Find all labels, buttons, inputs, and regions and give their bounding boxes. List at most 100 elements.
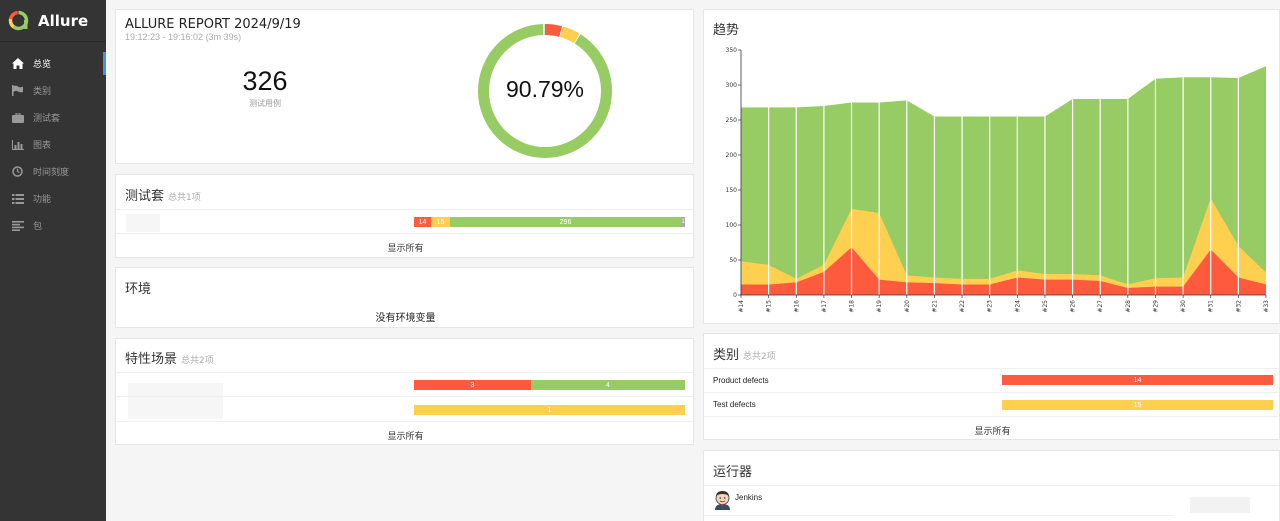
sidebar-item-label: 类别 (33, 87, 52, 97)
trend-x-tick-label[interactable]: #32 (1235, 300, 1242, 313)
report-title: ALLURE REPORT 2024/9/19 (125, 17, 301, 32)
trend-x-tick-label[interactable]: #24 (1014, 300, 1021, 313)
broken-segment[interactable]: 1 (414, 405, 685, 415)
failed-segment[interactable]: 14 (1002, 375, 1273, 385)
environment-empty-text: 没有环境变量 (375, 313, 436, 324)
sidebar-item-graphs[interactable]: 图表 (0, 131, 106, 158)
executor-name[interactable]: Jenkins (735, 493, 762, 502)
failed-segment[interactable]: 3 (414, 380, 531, 390)
passed-segment[interactable]: 296 (450, 217, 681, 227)
trend-x-tick-label[interactable]: #23 (987, 300, 994, 313)
divider (116, 233, 693, 234)
category-label-product-defects[interactable]: Product defects (713, 376, 769, 385)
sidebar-item-timeline[interactable]: 时间刻度 (0, 158, 106, 185)
trend-y-tick-label: 100 (726, 222, 738, 229)
trend-x-tick-label[interactable]: #31 (1208, 300, 1215, 313)
sidebar-item-label: 包 (33, 222, 43, 232)
features-show-all-link[interactable]: 显示所有 (116, 429, 695, 442)
trend-x-tick-label[interactable]: #30 (1180, 300, 1187, 313)
features-count: 总共2项 (181, 356, 214, 366)
trend-x-tick-label[interactable]: #26 (1070, 300, 1077, 313)
trend-x-tick-label[interactable]: #29 (1152, 300, 1159, 313)
suites-count: 总共1项 (168, 193, 201, 203)
trend-x-tick-label[interactable]: #21 (931, 300, 938, 313)
sidebar: Allure 总览 类别 测试套 图表 时间刻度 功能 包 (0, 0, 106, 521)
category-label-test-defects[interactable]: Test defects (713, 400, 756, 409)
trend-y-tick-label: 300 (726, 82, 738, 89)
features-widget: 特性场景 总共2项 3 4 1 显示所有 (115, 338, 694, 445)
sidebar-item-label: 时间刻度 (33, 168, 70, 178)
trend-area-passed[interactable] (741, 66, 1266, 295)
sidebar-item-categories[interactable]: 类别 (0, 77, 106, 104)
trend-x-tick-label[interactable]: #17 (821, 300, 828, 313)
divider (116, 396, 693, 397)
divider (704, 515, 1174, 516)
categories-count: 总共2项 (743, 352, 776, 362)
feature-status-bar[interactable]: 3 4 (414, 380, 685, 390)
success-rate-label: 90.79% (505, 76, 584, 102)
trend-y-tick-label: 0 (733, 292, 737, 299)
categories-show-all-link[interactable]: 显示所有 (704, 424, 1280, 437)
failed-segment[interactable]: 14 (414, 217, 431, 227)
trend-x-tick-label[interactable]: #22 (959, 300, 966, 313)
environment-title: 环境 (125, 282, 152, 297)
suites-title: 测试套 (125, 189, 165, 204)
trend-y-tick-label: 350 (726, 47, 738, 54)
trend-y-tick-label: 50 (729, 257, 737, 264)
allure-logo-icon (8, 10, 29, 31)
category-bar-product-defects[interactable]: 14 (1002, 375, 1273, 385)
categories-widget: 类别 总共2项 Product defects 14 Test defects … (703, 333, 1280, 440)
sidebar-item-label: 图表 (33, 141, 52, 151)
trend-y-tick-label: 150 (726, 187, 738, 194)
broken-segment[interactable]: 15 (431, 217, 450, 227)
trend-widget: 趋势 0 50 100 150 200 250 300 350 #14 #15 #16 #17 #18 #… (703, 9, 1280, 324)
sidebar-item-behaviors[interactable]: 功能 (0, 185, 106, 212)
features-title: 特性场景 (125, 352, 178, 367)
sidebar-item-packages[interactable]: 包 (0, 212, 106, 239)
environment-widget: 环境 没有环境变量 (115, 267, 694, 328)
divider (704, 416, 1279, 417)
skipped-segment[interactable]: 1 (681, 217, 685, 227)
trend-x-tick-label[interactable]: #16 (793, 300, 800, 313)
trend-x-tick-label[interactable]: #33 (1263, 300, 1270, 313)
briefcase-icon (11, 111, 24, 124)
divider (704, 485, 1279, 486)
divider (116, 421, 693, 422)
trend-chart[interactable]: 0 50 100 150 200 250 300 350 #14 #15 #16 #17 #18 #19 #… (704, 10, 1280, 325)
trend-x-tick-label[interactable]: #25 (1042, 300, 1049, 313)
divider (116, 209, 693, 210)
divider (704, 392, 1279, 393)
total-testcases-label: 测试用例 (249, 99, 281, 108)
trend-x-tick-label[interactable]: #18 (849, 300, 856, 313)
brand[interactable]: Allure (0, 0, 106, 42)
sidebar-item-label: 功能 (33, 195, 52, 205)
trend-x-tick-label[interactable]: #19 (876, 300, 883, 313)
align-left-icon (11, 219, 24, 232)
sidebar-item-label: 测试套 (33, 114, 61, 124)
jenkins-icon (715, 491, 730, 510)
flag-icon (11, 84, 24, 97)
sidebar-item-overview[interactable]: 总览 (0, 50, 106, 77)
suites-widget: 测试套 总共1项 14 15 296 1 显示所有 (115, 174, 694, 258)
trend-x-tick-label[interactable]: #27 (1097, 300, 1104, 313)
sidebar-item-suites[interactable]: 测试套 (0, 104, 106, 131)
executors-title: 运行器 (713, 465, 753, 480)
bar-chart-icon (11, 138, 24, 151)
trend-x-tick-label[interactable]: #14 (738, 300, 745, 313)
trend-x-tick-label[interactable]: #15 (766, 300, 773, 313)
trend-x-tick-label[interactable]: #20 (904, 300, 911, 313)
category-bar-test-defects[interactable]: 15 (1002, 400, 1273, 410)
divider (704, 368, 1279, 369)
trend-y-tick-label: 200 (726, 152, 738, 159)
suites-show-all-link[interactable]: 显示所有 (116, 241, 695, 254)
trend-y-tick-label: 250 (726, 117, 738, 124)
trend-x-tick-label[interactable]: #28 (1125, 300, 1132, 313)
suite-name-redacted[interactable] (126, 214, 160, 232)
clock-icon (11, 165, 24, 178)
broken-segment[interactable]: 15 (1002, 400, 1273, 410)
passed-segment[interactable]: 4 (531, 380, 685, 390)
suite-status-bar[interactable]: 14 15 296 1 (414, 217, 685, 227)
sidebar-item-label: 总览 (33, 60, 52, 70)
feature-status-bar[interactable]: 1 (414, 405, 685, 415)
feature-names-redacted[interactable] (128, 383, 223, 419)
